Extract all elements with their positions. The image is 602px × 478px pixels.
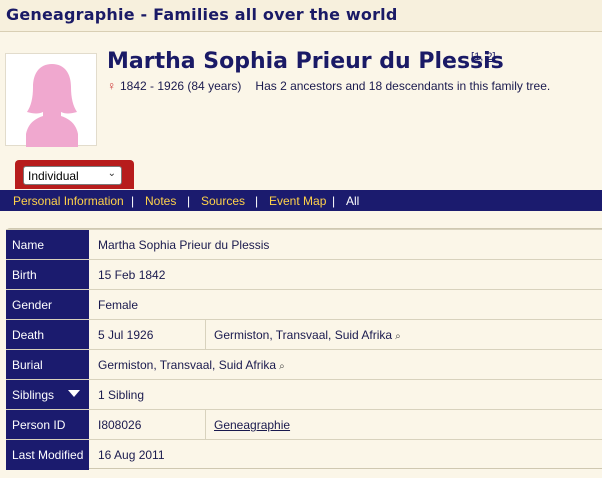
tab-notes[interactable]: Notes [145,194,176,208]
value-death-place: Germiston, Transvaal, Suid Afrika ⌕ [214,328,401,342]
label-birth: Birth [6,260,89,290]
tab-event-map[interactable]: Event Map [269,194,326,208]
person-name: Martha Sophia Prieur du Plessis [107,49,504,74]
cell-divider [205,320,206,350]
tab-sources[interactable]: Sources [201,194,245,208]
tab-separator: | [187,194,191,208]
section-tabs: Personal Information | Notes | Sources |… [0,190,602,211]
death-place-text: Germiston, Transvaal, Suid Afrika [214,328,393,342]
tab-separator: | [332,194,336,208]
view-select[interactable]: Individual ⌄ [23,166,122,185]
label-death: Death [6,320,89,350]
burial-place-text: Germiston, Transvaal, Suid Afrika [98,358,277,372]
value-person-id: I808026 [98,418,142,432]
siblings-toggle[interactable]: Siblings [6,380,89,410]
row-burial: Burial Germiston, Transvaal, Suid Afrika… [6,349,602,380]
row-gender: Gender Female [6,289,602,320]
tree-summary: Has 2 ancestors and 18 descendants in th… [255,79,551,93]
label-burial: Burial [6,350,89,380]
tree-link[interactable]: Geneagraphie [214,418,290,432]
value-birth: 15 Feb 1842 [98,268,166,282]
person-meta: ♀ 1842 - 1926 (84 years) Has 2 ancestors a… [107,79,550,93]
female-silhouette-icon [26,64,78,147]
value-burial-place: Germiston, Transvaal, Suid Afrika ⌕ [98,358,285,372]
label-last-modified: Last Modified [6,440,89,470]
row-name: Name Martha Sophia Prieur du Plessis [6,229,602,260]
cell-divider [205,410,206,440]
value-siblings: 1 Sibling [98,388,145,402]
refs-close-bracket: ] [492,51,496,63]
row-last-modified: Last Modified 16 Aug 2011 [6,439,602,470]
value-gender: Female [98,298,139,312]
row-person-id: Person ID I808026 Geneagraphie [6,409,602,440]
site-title[interactable]: Geneagraphie - Families all over the wor… [6,5,398,24]
label-name: Name [6,230,89,260]
tab-all[interactable]: All [346,194,359,208]
label-siblings: Siblings [12,388,55,402]
site-header: Geneagraphie - Families all over the wor… [0,0,602,32]
avatar[interactable] [5,53,97,147]
value-tree: Geneagraphie [214,418,290,432]
row-death: Death 5 Jul 1926 Germiston, Transvaal, S… [6,319,602,350]
triangle-down-icon[interactable] [68,390,80,397]
lifespan: 1842 - 1926 (84 years) [120,79,242,93]
chevron-down-icon: ⌄ [107,168,116,179]
label-person-id: Person ID [6,410,89,440]
view-select-value: Individual [28,169,79,183]
value-name: Martha Sophia Prieur du Plessis [98,238,270,252]
tab-personal-information[interactable]: Personal Information [13,194,124,208]
row-siblings: Siblings 1 Sibling [6,379,602,410]
value-death-date: 5 Jul 1926 [98,328,154,342]
value-last-modified: 16 Aug 2011 [98,448,165,462]
view-selector-panel: Individual ⌄ [15,160,134,189]
tab-separator: | [255,194,259,208]
female-gender-icon: ♀ [107,79,116,93]
label-gender: Gender [6,290,89,320]
source-refs: [1, 2] [471,51,496,63]
place-search-icon[interactable]: ⌕ [279,361,285,372]
row-birth: Birth 15 Feb 1842 [6,259,602,290]
place-search-icon[interactable]: ⌕ [395,331,401,342]
tab-separator: | [131,194,135,208]
